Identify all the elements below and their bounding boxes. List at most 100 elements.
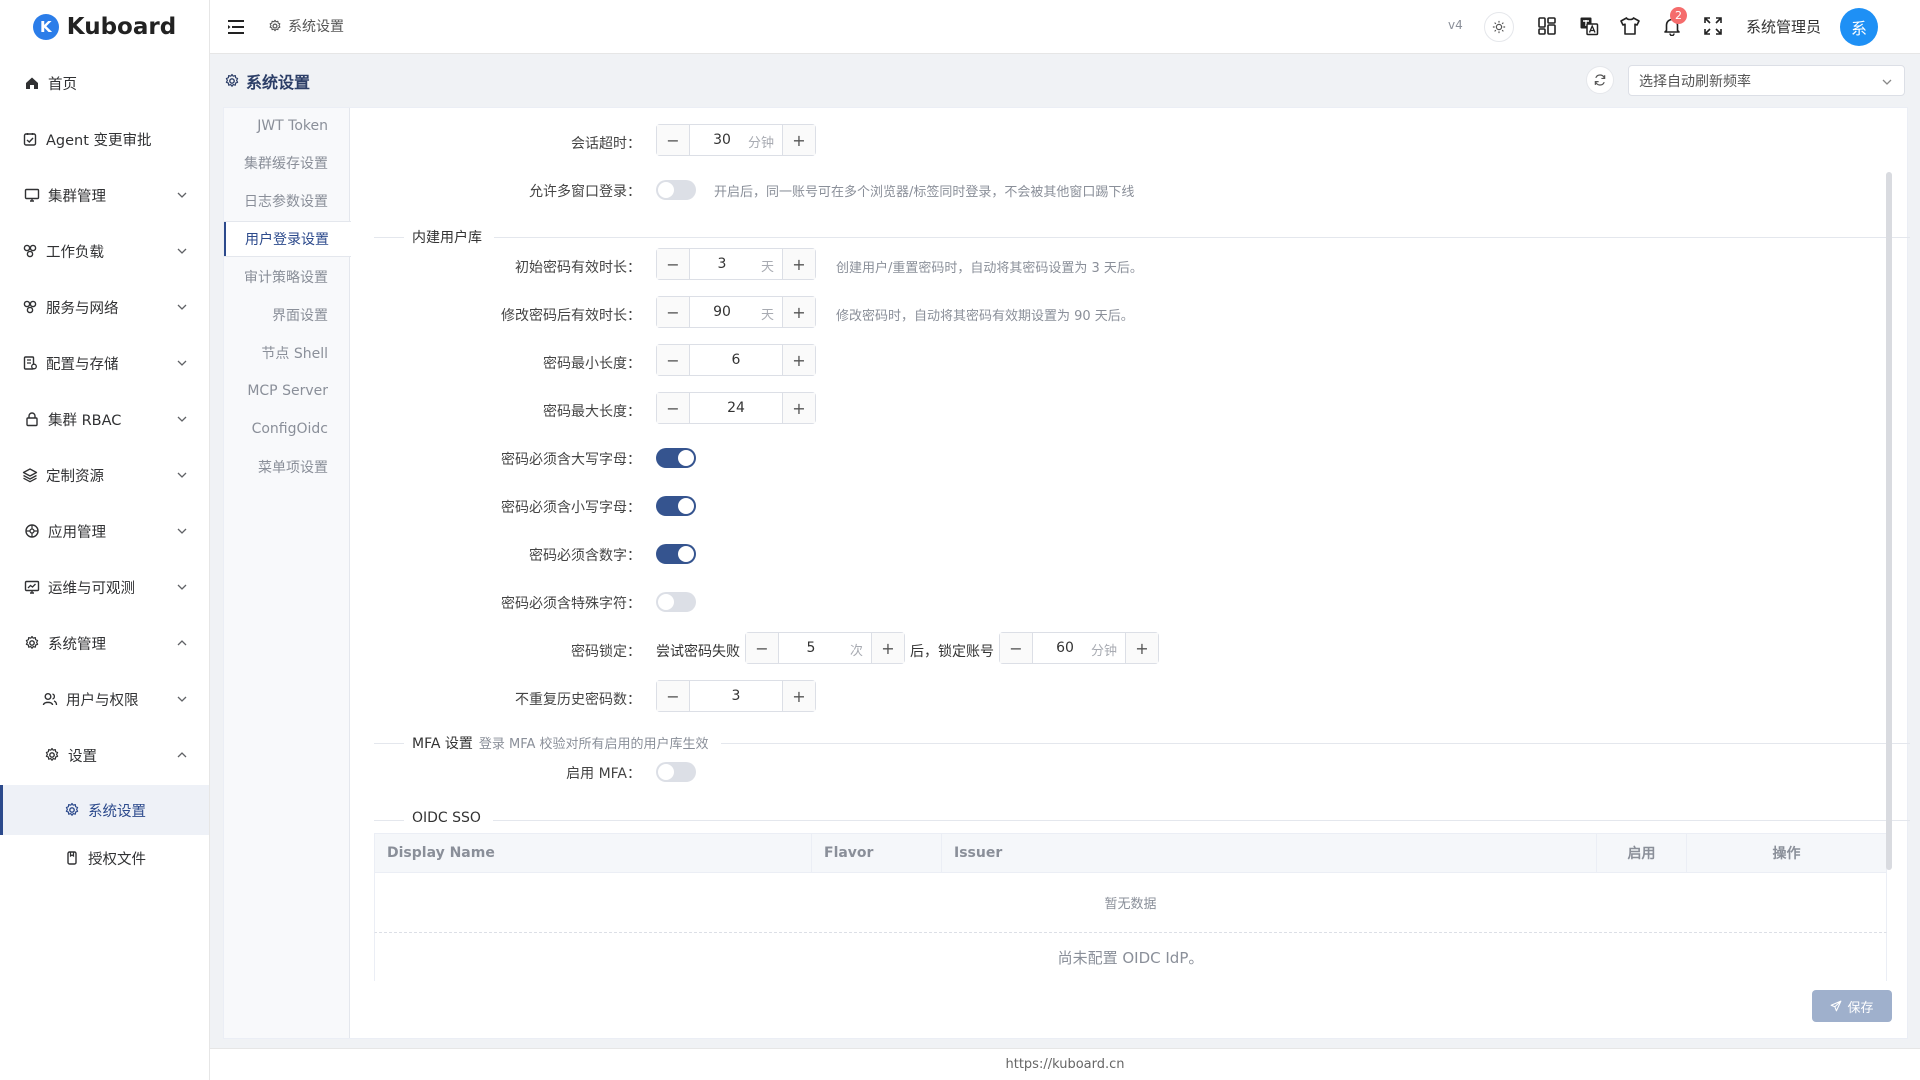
sidebar-item-settings[interactable]: 设置 — [0, 733, 209, 777]
session-timeout-value[interactable]: 30 分钟 — [690, 125, 782, 155]
multi-window-switch[interactable] — [656, 180, 696, 200]
password-max-length-value[interactable]: 24 — [690, 393, 782, 423]
sidebar-item-cluster-management[interactable]: 集群管理 — [0, 173, 209, 217]
translate-icon[interactable] — [1577, 14, 1601, 38]
theme-toggle-button[interactable] — [1484, 12, 1514, 42]
decrement-button[interactable]: − — [657, 297, 690, 327]
auto-refresh-select[interactable]: 选择自动刷新频率 — [1628, 65, 1905, 96]
sidebar-item-system-management[interactable]: 系统管理 — [0, 621, 209, 665]
increment-button[interactable]: + — [782, 681, 815, 711]
lock-minutes-value[interactable]: 60 分钟 — [1033, 633, 1125, 663]
decrement-button[interactable]: − — [1000, 633, 1033, 663]
increment-button[interactable]: + — [782, 297, 815, 327]
require-digit-switch[interactable] — [656, 544, 696, 564]
chevron-down-icon — [177, 304, 187, 310]
mfa-section-subtitle: 登录 MFA 校验对所有启用的用户库生效 — [478, 737, 709, 752]
tab-log-params[interactable]: 日志参数设置 — [224, 183, 350, 219]
sidebar-item-home[interactable]: 首页 — [0, 61, 209, 105]
increment-button[interactable]: + — [782, 125, 815, 155]
scrollbar[interactable] — [1886, 172, 1892, 870]
password-min-length-stepper[interactable]: − 6 + — [656, 344, 816, 376]
increment-button[interactable]: + — [871, 633, 904, 663]
sidebar-item-app-management[interactable]: 应用管理 — [0, 509, 209, 553]
sidebar-item-service-network[interactable]: 服务与网络 — [0, 285, 209, 329]
column-header[interactable]: 启用 — [1597, 834, 1687, 872]
notification-badge: 2 — [1670, 7, 1687, 24]
no-repeat-history-stepper[interactable]: − 3 + — [656, 680, 816, 712]
enable-mfa-switch[interactable] — [656, 762, 696, 782]
increment-button[interactable]: + — [782, 249, 815, 279]
require-special-switch[interactable] — [656, 592, 696, 612]
sidebar-item-agent-approval[interactable]: Agent 变更审批 — [0, 117, 209, 161]
changed-password-valid-value[interactable]: 90 天 — [690, 297, 782, 327]
save-button[interactable]: 保存 — [1812, 990, 1892, 1022]
sidebar-item-workloads[interactable]: 工作负载 — [0, 229, 209, 273]
sidebar-item-cluster-rbac[interactable]: 集群 RBAC — [0, 397, 209, 441]
sidebar-item-label: 系统管理 — [48, 636, 106, 653]
password-min-length-value[interactable]: 6 — [690, 345, 782, 375]
lock-attempts-value[interactable]: 5次 — [779, 633, 871, 663]
decrement-button[interactable]: − — [746, 633, 779, 663]
hamburger-icon[interactable] — [226, 17, 246, 37]
footer-link[interactable]: https://kuboard.cn — [1005, 1057, 1124, 1072]
multi-window-hint: 开启后，同一账号可在多个浏览器/标签同时登录，不会被其他窗口踢下线 — [714, 185, 1135, 200]
column-header[interactable]: Flavor — [812, 834, 942, 872]
password-lock-label: 密码锁定： — [571, 644, 641, 660]
tab-config-oidc[interactable]: ConfigOidc — [224, 411, 350, 447]
sidebar-item-users-permissions[interactable]: 用户与权限 — [0, 677, 209, 721]
decrement-button[interactable]: − — [657, 681, 690, 711]
lock-attempts-stepper[interactable]: − 5次 + — [745, 632, 905, 664]
increment-button[interactable]: + — [782, 345, 815, 375]
sidebar: K Kuboard 首页 Agent 变更审批 集群管理 工作负载 服务与网络 … — [0, 0, 210, 1080]
chevron-up-icon — [177, 752, 187, 758]
lock-minutes-stepper[interactable]: − 60 分钟 + — [999, 632, 1159, 664]
changed-password-valid-stepper[interactable]: − 90 天 + — [656, 296, 816, 328]
top-header: 系统设置 v4 2 系统管理员 系 — [210, 0, 1920, 54]
refresh-button[interactable] — [1586, 66, 1614, 94]
user-name[interactable]: 系统管理员 — [1746, 16, 1821, 37]
increment-button[interactable]: + — [782, 393, 815, 423]
sidebar-item-config-storage[interactable]: 配置与存储 — [0, 341, 209, 385]
decrement-button[interactable]: − — [657, 393, 690, 423]
tab-ui-settings[interactable]: 界面设置 — [224, 297, 350, 333]
column-header[interactable]: 操作 — [1687, 834, 1886, 872]
sidebar-item-label: 集群 RBAC — [48, 412, 122, 429]
avatar[interactable]: 系 — [1840, 8, 1878, 46]
password-lock-middle: 后，锁定账号 — [910, 644, 994, 660]
decrement-button[interactable]: − — [657, 125, 690, 155]
breadcrumb-item[interactable]: 系统设置 — [288, 16, 344, 36]
tab-audit-policy[interactable]: 审计策略设置 — [224, 259, 350, 295]
logo[interactable]: K Kuboard — [0, 0, 209, 54]
require-lowercase-switch[interactable] — [656, 496, 696, 516]
decrement-button[interactable]: − — [657, 249, 690, 279]
column-header[interactable]: Issuer — [942, 834, 1597, 872]
session-timeout-stepper[interactable]: − 30 分钟 + — [656, 124, 816, 156]
column-header[interactable]: Display Name — [375, 834, 812, 872]
init-password-valid-value[interactable]: 3天 — [690, 249, 782, 279]
tab-menu-settings[interactable]: 菜单项设置 — [224, 449, 350, 485]
tab-user-login[interactable]: 用户登录设置 — [224, 221, 351, 257]
shirt-icon[interactable] — [1618, 14, 1642, 38]
decrement-button[interactable]: − — [657, 345, 690, 375]
sidebar-item-label: 工作负载 — [46, 244, 104, 261]
sidebar-item-custom-resources[interactable]: 定制资源 — [0, 453, 209, 497]
increment-button[interactable]: + — [1125, 633, 1158, 663]
require-uppercase-switch[interactable] — [656, 448, 696, 468]
chevron-down-icon — [177, 528, 187, 534]
no-repeat-history-value[interactable]: 3 — [690, 681, 782, 711]
sidebar-item-license-file[interactable]: 授权文件 — [0, 836, 209, 880]
tab-jwt-token[interactable]: JWT Token — [224, 108, 350, 144]
fullscreen-icon[interactable] — [1701, 14, 1725, 38]
sidebar-item-system-settings[interactable]: 系统设置 — [0, 785, 209, 835]
session-timeout-label: 会话超时： — [571, 136, 641, 152]
password-max-length-stepper[interactable]: − 24 + — [656, 392, 816, 424]
sidebar-item-ops-observability[interactable]: 运维与可观测 — [0, 565, 209, 609]
sidebar-item-label: 设置 — [68, 748, 97, 765]
sidebar-item-label: 首页 — [48, 76, 77, 93]
tab-node-shell[interactable]: 节点 Shell — [224, 335, 350, 371]
tab-cluster-cache[interactable]: 集群缓存设置 — [224, 145, 350, 181]
init-password-valid-stepper[interactable]: − 3天 + — [656, 248, 816, 280]
send-icon — [1831, 1000, 1842, 1012]
tab-mcp-server[interactable]: MCP Server — [224, 373, 350, 409]
layout-icon[interactable] — [1535, 14, 1559, 38]
